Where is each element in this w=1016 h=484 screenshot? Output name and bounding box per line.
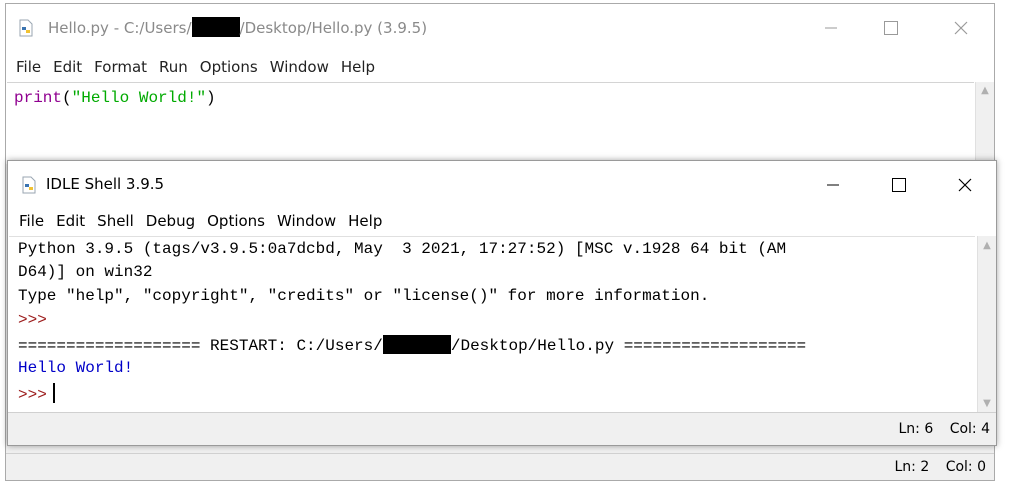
minimize-icon [825, 27, 837, 29]
editor-menu-file[interactable]: File [10, 54, 47, 80]
editor-title-suffix: /Desktop/Hello.py (3.9.5) [239, 19, 428, 37]
editor-menu-window[interactable]: Window [264, 54, 335, 80]
editor-minimize-button[interactable] [808, 4, 854, 52]
shell-title-bar[interactable]: IDLE Shell 3.9.5 [8, 161, 996, 207]
shell-output-line: Hello World! [18, 359, 134, 377]
editor-status-bar: Ln: 2 Col: 0 [6, 453, 994, 480]
shell-status-bar: Ln: 6 Col: 4 [8, 412, 996, 445]
editor-title-prefix: Hello.py - C:/Users/ [48, 19, 192, 37]
editor-column-number: Col: 0 [945, 459, 986, 475]
shell-column-number: Col: 4 [949, 421, 990, 437]
shell-menu-help[interactable]: Help [342, 207, 388, 235]
shell-menu-window[interactable]: Window [271, 207, 342, 235]
editor-title-bar[interactable]: Hello.py - C:/Users/ /Desktop/Hello.py (3… [6, 4, 994, 52]
editor-menu-help[interactable]: Help [335, 54, 381, 80]
redacted-username [382, 335, 451, 354]
shell-scrollbar[interactable]: ▲ ▼ [977, 236, 996, 413]
shell-menu-shell[interactable]: Shell [91, 207, 140, 235]
scroll-down-arrow-icon[interactable]: ▼ [978, 398, 996, 409]
code-paren-open: ( [62, 89, 72, 107]
maximize-icon [892, 178, 906, 192]
editor-scrollbar[interactable]: ▲ [975, 82, 994, 164]
shell-banner-line-1: Python 3.9.5 (tags/v3.9.5:0a7dcbd, May 3… [18, 240, 787, 258]
restart-prefix: =================== RESTART: C:/Users/ [18, 337, 383, 355]
editor-menu-options[interactable]: Options [194, 54, 264, 80]
shell-window[interactable]: IDLE Shell 3.9.5 File Edit Shell Debug O… [7, 160, 997, 446]
shell-line-number: Ln: 6 [898, 421, 934, 437]
shell-menu-file[interactable]: File [13, 207, 50, 235]
code-builtin: print [14, 89, 63, 107]
text-cursor [52, 383, 55, 403]
shell-prompt: >>> [18, 311, 47, 329]
scroll-up-arrow-icon[interactable]: ▲ [976, 85, 994, 96]
editor-window-title: Hello.py - C:/Users/ /Desktop/Hello.py (3… [48, 17, 427, 37]
redacted-username [191, 17, 240, 37]
editor-code-line: print("Hello World!") [14, 89, 216, 107]
shell-prompt: >>> [18, 386, 47, 404]
code-paren-close: ) [206, 89, 216, 107]
shell-minimize-button[interactable] [810, 161, 856, 209]
shell-menu-edit[interactable]: Edit [50, 207, 91, 235]
maximize-icon [884, 21, 898, 35]
editor-line-number: Ln: 2 [894, 459, 930, 475]
editor-menu-format[interactable]: Format [88, 54, 153, 80]
editor-menu-run[interactable]: Run [153, 54, 194, 80]
shell-restart-line: =================== RESTART: C:/Users/ /D… [18, 335, 806, 355]
restart-suffix: /Desktop/Hello.py =================== [450, 337, 807, 355]
shell-menu-bar: File Edit Shell Debug Options Window Hel… [8, 207, 996, 235]
python-file-icon [19, 19, 33, 37]
editor-menu-bar: File Edit Format Run Options Window Help [6, 54, 994, 80]
shell-banner-line-3: Type "help", "copyright", "credits" or "… [18, 287, 710, 305]
shell-banner-line-2: D64)] on win32 [18, 263, 153, 281]
close-icon [954, 21, 968, 35]
shell-menu-options[interactable]: Options [201, 207, 271, 235]
editor-maximize-button[interactable] [868, 4, 914, 52]
shell-menu-debug[interactable]: Debug [140, 207, 201, 235]
python-file-icon [22, 176, 36, 194]
shell-text-area[interactable]: Python 3.9.5 (tags/v3.9.5:0a7dcbd, May 3… [9, 236, 975, 413]
code-string: "Hello World!" [71, 89, 207, 107]
editor-text-area[interactable]: print("Hello World!") [7, 82, 974, 164]
shell-close-button[interactable] [942, 161, 988, 209]
shell-window-title: IDLE Shell 3.9.5 [46, 175, 165, 193]
shell-input-line[interactable]: >>> [18, 383, 55, 404]
editor-close-button[interactable] [938, 4, 984, 52]
close-icon [958, 178, 972, 192]
shell-maximize-button[interactable] [876, 161, 922, 209]
scroll-up-arrow-icon[interactable]: ▲ [978, 240, 996, 251]
editor-menu-edit[interactable]: Edit [47, 54, 88, 80]
minimize-icon [827, 184, 839, 186]
